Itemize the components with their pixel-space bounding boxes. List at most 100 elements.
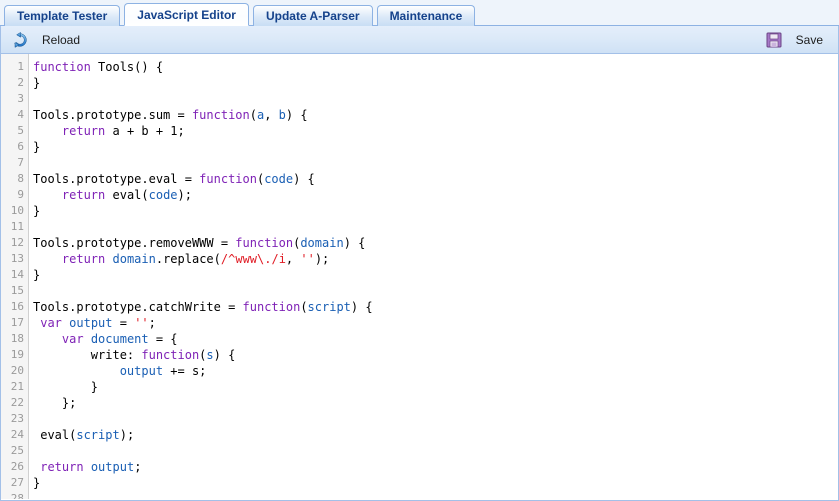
code-token: '' xyxy=(134,316,149,330)
code-token: /^www\./i xyxy=(220,252,286,266)
code-token: return xyxy=(61,188,106,202)
code-token: return xyxy=(61,252,106,266)
code-editor[interactable]: 1 2 3 4 5 6 7 8 9 10 11 12 13 14 15 16 17 18 19 20 21 22 23 24 2… xyxy=(1,54,838,499)
line-number: 12 xyxy=(10,236,24,249)
code-token: } xyxy=(33,380,99,394)
code-token: Tools.prototype.catchWrite = xyxy=(33,300,243,314)
code-token: function xyxy=(141,348,200,362)
code-token: function xyxy=(191,108,250,122)
tab-label: JavaScript Editor xyxy=(137,8,236,22)
code-line: } xyxy=(33,139,838,155)
code-token: ); xyxy=(177,188,192,202)
tab-strip: Template Tester JavaScript Editor Update A… xyxy=(0,0,839,26)
code-line: return a + b + 1; xyxy=(33,123,838,139)
line-number-gutter: 1 2 3 4 5 6 7 8 9 10 11 12 13 14 15 16 17 18 19 20 21 22 23 24 2… xyxy=(1,54,29,499)
tab-template-tester[interactable]: Template Tester xyxy=(4,5,121,26)
code-token: } xyxy=(33,268,41,282)
code-token: eval( xyxy=(105,188,149,202)
code-token: output xyxy=(69,316,113,330)
tab-javascript-editor[interactable]: JavaScript Editor xyxy=(124,3,249,26)
code-token: write: xyxy=(33,348,142,362)
code-line: } xyxy=(33,475,838,491)
code-token: .replace( xyxy=(155,252,221,266)
save-button[interactable]: Save xyxy=(757,28,832,52)
reload-label: Reload xyxy=(42,32,81,47)
code-token: code xyxy=(264,172,294,186)
line-number: 20 xyxy=(10,364,24,377)
code-token: , xyxy=(264,108,279,122)
code-line: return output; xyxy=(33,459,838,475)
code-line: eval(script); xyxy=(33,427,838,443)
tab-label: Maintenance xyxy=(389,9,463,23)
line-number: 18 xyxy=(10,332,24,345)
code-token: } xyxy=(33,476,41,490)
save-label: Save xyxy=(795,32,823,47)
code-line: Tools.prototype.removeWWW = function(dom… xyxy=(33,235,838,251)
code-token: = xyxy=(112,316,135,330)
code-token: script xyxy=(307,300,351,314)
code-line: } xyxy=(33,203,838,219)
code-token: function xyxy=(242,300,301,314)
code-token: ) { xyxy=(343,236,366,250)
line-number: 4 xyxy=(17,108,24,121)
code-token: += s; xyxy=(163,364,207,378)
code-token: Tools.prototype.removeWWW = xyxy=(33,236,236,250)
line-number: 22 xyxy=(10,396,24,409)
tab-maintenance[interactable]: Maintenance xyxy=(376,5,476,26)
code-line: }; xyxy=(33,395,838,411)
code-token: function xyxy=(235,236,294,250)
line-number: 2 xyxy=(17,76,24,89)
code-line: } xyxy=(33,267,838,283)
code-line: return eval(code); xyxy=(33,187,838,203)
line-number: 19 xyxy=(10,348,24,361)
code-token: } xyxy=(33,76,41,90)
code-token: '' xyxy=(300,252,315,266)
floppy-disk-save-icon xyxy=(766,32,782,48)
code-line: Tools.prototype.eval = function(code) { xyxy=(33,171,838,187)
line-number: 10 xyxy=(10,204,24,217)
line-number: 13 xyxy=(10,252,24,265)
code-token: ( xyxy=(300,300,308,314)
code-token: ; xyxy=(148,316,156,330)
code-line: } xyxy=(33,75,838,91)
code-token: var xyxy=(40,316,62,330)
code-token: return xyxy=(40,460,84,474)
editor-panel: Reload Save 1 2 3 4 5 6 7 8 9 10 11 12 13 14 15 16 17 18 1… xyxy=(0,26,839,501)
line-number: 8 xyxy=(17,172,24,185)
code-token: ); xyxy=(119,428,135,442)
code-token: Tools.prototype.eval = xyxy=(33,172,200,186)
tab-update-a-parser[interactable]: Update A-Parser xyxy=(252,5,373,26)
code-token: document xyxy=(90,332,149,346)
line-number: 11 xyxy=(10,220,24,233)
code-token: = { xyxy=(148,332,178,346)
line-number: 6 xyxy=(17,140,24,153)
code-token: function xyxy=(33,60,91,74)
code-token: output xyxy=(90,460,135,474)
code-token: var xyxy=(61,332,84,346)
code-token: ( xyxy=(249,108,257,122)
reload-button[interactable]: Reload xyxy=(3,28,89,52)
code-token: a + b + 1; xyxy=(105,124,185,138)
code-line: var document = { xyxy=(33,331,838,347)
code-token: domain xyxy=(112,252,156,266)
code-token: ) { xyxy=(350,300,373,314)
code-area[interactable]: function Tools() {} Tools.prototype.sum … xyxy=(29,54,838,499)
line-number: 16 xyxy=(10,300,24,313)
line-number: 27 xyxy=(10,476,24,489)
code-line: } xyxy=(33,379,838,395)
line-number: 28 xyxy=(10,492,24,499)
line-number: 14 xyxy=(10,268,24,281)
code-line: function Tools() { xyxy=(33,59,838,75)
line-number: 23 xyxy=(10,412,24,425)
